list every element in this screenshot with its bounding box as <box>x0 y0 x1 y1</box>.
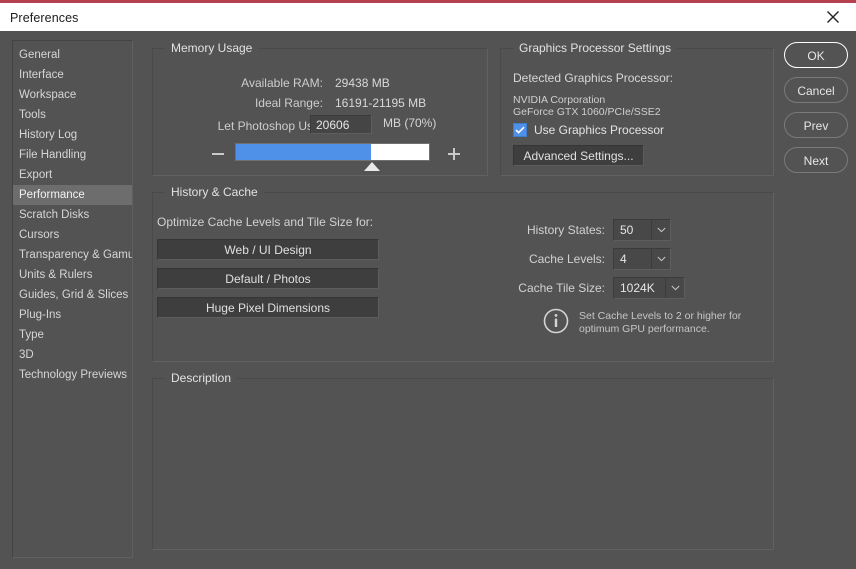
chevron-down-icon <box>665 278 684 298</box>
sidebar-item-interface[interactable]: Interface <box>13 65 132 85</box>
cache-levels-select[interactable]: 4 <box>613 248 671 270</box>
memory-slider-thumb[interactable] <box>363 162 380 171</box>
sidebar-item-performance[interactable]: Performance <box>13 185 132 205</box>
description-group: Description <box>152 371 774 550</box>
let-photoshop-use-label: Let Photoshop Use: <box>217 119 323 133</box>
ideal-range-label: Ideal Range: <box>254 96 323 110</box>
gpu-vendor: NVIDIA Corporation <box>513 94 606 106</box>
cache-tile-size-row: Cache Tile Size: 1024K <box>483 277 733 299</box>
gpu-performance-note: Set Cache Levels to 2 or higher for opti… <box>543 308 759 336</box>
history-states-value: 50 <box>620 223 634 237</box>
sidebar-item-tools[interactable]: Tools <box>13 105 132 125</box>
chevron-down-icon <box>651 220 670 240</box>
cache-levels-value: 4 <box>620 252 627 266</box>
detected-gpu-label: Detected Graphics Processor: <box>513 71 674 85</box>
memory-usage-group-label: Memory Usage <box>165 41 259 55</box>
preset-huge-pixel-dimensions-button[interactable]: Huge Pixel Dimensions <box>157 297 379 318</box>
memory-usage-group: Memory Usage Available RAM: 29438 MB Ide… <box>152 41 489 176</box>
memory-slider[interactable] <box>211 141 461 173</box>
cache-levels-label: Cache Levels: <box>528 252 605 266</box>
sidebar-item-plug-ins[interactable]: Plug-Ins <box>13 305 132 325</box>
sidebar-item-export[interactable]: Export <box>13 165 132 185</box>
window-title: Preferences <box>10 11 79 25</box>
let-photoshop-use-unit: MB (70%) <box>383 116 437 130</box>
history-states-row: History States: 50 <box>483 219 733 241</box>
sidebar-item-type[interactable]: Type <box>13 325 132 345</box>
ok-button[interactable]: OK <box>784 42 848 68</box>
minus-icon[interactable] <box>211 147 225 161</box>
available-ram-value: 29438 MB <box>335 76 390 90</box>
gpu-model: GeForce GTX 1060/PCIe/SSE2 <box>513 106 661 118</box>
history-states-select[interactable]: 50 <box>613 219 671 241</box>
let-photoshop-use-input[interactable] <box>310 115 372 134</box>
cache-tile-size-label: Cache Tile Size: <box>518 281 605 295</box>
cache-tile-size-value: 1024K <box>620 281 655 295</box>
ideal-range-value: 16191-21195 MB <box>335 96 427 110</box>
title-bar: Preferences <box>0 0 856 31</box>
graphics-processor-group: Graphics Processor Settings Detected Gra… <box>500 41 774 176</box>
use-graphics-processor-checkbox[interactable]: Use Graphics Processor <box>513 123 664 137</box>
available-ram-row: Available RAM: 29438 MB <box>153 74 489 92</box>
available-ram-label: Available RAM: <box>241 76 323 90</box>
advanced-settings-button[interactable]: Advanced Settings... <box>513 145 644 166</box>
preferences-dialog: Preferences General Interface Workspace … <box>0 0 856 569</box>
history-cache-group-label: History & Cache <box>165 185 264 199</box>
cancel-button[interactable]: Cancel <box>784 77 848 103</box>
preferences-category-list[interactable]: General Interface Workspace Tools Histor… <box>12 40 133 558</box>
checkmark-icon <box>513 123 527 137</box>
sidebar-item-history-log[interactable]: History Log <box>13 125 132 145</box>
gpu-performance-note-text: Set Cache Levels to 2 or higher for opti… <box>579 310 742 335</box>
sidebar-item-workspace[interactable]: Workspace <box>13 85 132 105</box>
cache-levels-row: Cache Levels: 4 <box>483 248 733 270</box>
sidebar-item-file-handling[interactable]: File Handling <box>13 145 132 165</box>
memory-slider-track[interactable] <box>235 143 430 161</box>
prev-button[interactable]: Prev <box>784 112 848 138</box>
description-group-label: Description <box>165 371 238 385</box>
history-states-label: History States: <box>526 223 605 237</box>
sidebar-item-cursors[interactable]: Cursors <box>13 225 132 245</box>
history-cache-group: History & Cache Optimize Cache Levels an… <box>152 185 774 362</box>
preset-default-photos-button[interactable]: Default / Photos <box>157 268 379 289</box>
close-icon[interactable] <box>810 3 856 31</box>
sidebar-item-scratch-disks[interactable]: Scratch Disks <box>13 205 132 225</box>
optimize-cache-label: Optimize Cache Levels and Tile Size for: <box>157 215 374 229</box>
chevron-down-icon <box>651 249 670 269</box>
sidebar-item-guides-grid-slices[interactable]: Guides, Grid & Slices <box>13 285 132 305</box>
sidebar-item-general[interactable]: General <box>13 45 132 65</box>
sidebar-item-units-rulers[interactable]: Units & Rulers <box>13 265 132 285</box>
graphics-processor-group-label: Graphics Processor Settings <box>513 41 678 55</box>
ideal-range-row: Ideal Range: 16191-21195 MB <box>153 94 489 112</box>
use-graphics-processor-label: Use Graphics Processor <box>534 123 665 137</box>
sidebar-item-transparency-gamut[interactable]: Transparency & Gamut <box>13 245 132 265</box>
preset-web-ui-design-button[interactable]: Web / UI Design <box>157 239 379 260</box>
cache-tile-size-select[interactable]: 1024K <box>613 277 685 299</box>
info-icon <box>543 308 569 334</box>
sidebar-item-3d[interactable]: 3D <box>13 345 132 365</box>
sidebar-item-technology-previews[interactable]: Technology Previews <box>13 365 132 385</box>
next-button[interactable]: Next <box>784 147 848 173</box>
memory-slider-fill <box>236 144 372 160</box>
plus-icon[interactable] <box>447 147 461 161</box>
